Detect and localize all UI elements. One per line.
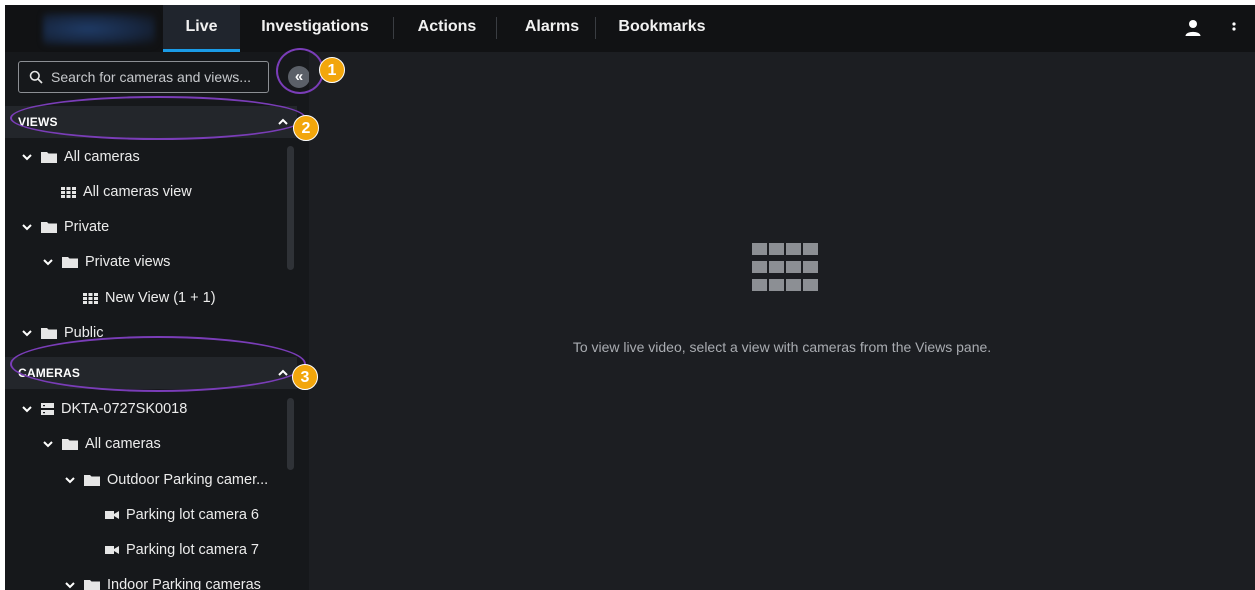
tab-live[interactable]: Live bbox=[163, 5, 240, 52]
folder-icon bbox=[84, 475, 100, 486]
tree-item-server[interactable]: DKTA-0727SK0018 bbox=[21, 397, 187, 421]
folder-icon bbox=[62, 257, 78, 268]
tab-divider bbox=[595, 17, 596, 39]
tab-bookmarks[interactable]: Bookmarks bbox=[612, 5, 712, 52]
tree-item-label: All cameras bbox=[64, 149, 140, 165]
folder-icon bbox=[62, 439, 78, 450]
grid-view-icon bbox=[61, 186, 76, 198]
more-vertical-icon[interactable] bbox=[1224, 18, 1244, 38]
empty-state-message: To view live video, select a view with c… bbox=[572, 339, 992, 355]
view-grid-icon bbox=[752, 243, 818, 291]
tree-item-new-view[interactable]: New View (1 + 1) bbox=[83, 286, 216, 310]
chevron-down-icon[interactable] bbox=[42, 438, 54, 450]
user-icon[interactable] bbox=[1183, 18, 1203, 38]
chevron-up-icon[interactable] bbox=[277, 116, 289, 128]
chevron-down-icon[interactable] bbox=[21, 151, 33, 163]
tab-actions[interactable]: Actions bbox=[409, 5, 485, 52]
brand-logo bbox=[43, 13, 155, 45]
tree-item-all-cameras-view[interactable]: All cameras view bbox=[61, 180, 192, 204]
tree-item-public[interactable]: Public bbox=[21, 321, 104, 345]
folder-icon bbox=[41, 152, 57, 163]
views-header-label: VIEWS bbox=[18, 115, 58, 129]
folder-icon bbox=[84, 580, 100, 590]
server-icon bbox=[41, 403, 54, 415]
tree-item-indoor-parking[interactable]: Indoor Parking cameras bbox=[64, 573, 261, 590]
collapse-pane-button[interactable]: « bbox=[288, 66, 310, 88]
camera-icon bbox=[105, 546, 119, 554]
chevron-down-icon[interactable] bbox=[64, 474, 76, 486]
tree-item-camera-6[interactable]: Parking lot camera 6 bbox=[105, 503, 259, 527]
tree-item-outdoor-parking[interactable]: Outdoor Parking camer... bbox=[64, 468, 268, 492]
tree-item-private[interactable]: Private bbox=[21, 215, 109, 239]
tree-item-label: Indoor Parking cameras bbox=[107, 577, 261, 590]
views-scrollbar[interactable] bbox=[287, 146, 294, 270]
tree-item-label: All cameras view bbox=[83, 184, 192, 200]
tree-item-label: Private views bbox=[85, 254, 171, 270]
tab-investigations[interactable]: Investigations bbox=[254, 5, 376, 52]
tree-item-label: New View (1 + 1) bbox=[105, 290, 216, 306]
tree-item-label: Parking lot camera 7 bbox=[126, 542, 259, 558]
tree-item-label: DKTA-0727SK0018 bbox=[61, 401, 188, 417]
search-box[interactable] bbox=[18, 61, 269, 93]
chevron-down-icon[interactable] bbox=[21, 403, 33, 415]
tree-item-label: All cameras bbox=[85, 436, 161, 452]
sidebar: « VIEWS All cameras All cameras view bbox=[5, 52, 310, 590]
tree-item-all-cameras-group[interactable]: All cameras bbox=[42, 432, 161, 456]
top-navigation: Live Investigations Actions Alarms Bookm… bbox=[5, 5, 1255, 52]
cameras-section-header[interactable]: CAMERAS bbox=[5, 357, 297, 389]
cameras-header-label: CAMERAS bbox=[18, 366, 81, 380]
cameras-scrollbar[interactable] bbox=[287, 398, 294, 470]
tree-item-label: Public bbox=[64, 325, 104, 341]
tree-item-private-views[interactable]: Private views bbox=[42, 250, 170, 274]
folder-icon bbox=[41, 222, 57, 233]
grid-view-icon bbox=[83, 292, 98, 304]
chevron-down-icon[interactable] bbox=[21, 327, 33, 339]
folder-icon bbox=[41, 328, 57, 339]
chevron-down-icon[interactable] bbox=[64, 579, 76, 590]
chevron-up-icon[interactable] bbox=[277, 367, 289, 379]
chevron-down-icon[interactable] bbox=[42, 256, 54, 268]
tree-item-label: Outdoor Parking camer... bbox=[107, 472, 269, 488]
camera-icon bbox=[105, 511, 119, 519]
search-input[interactable] bbox=[51, 69, 261, 85]
tree-item-all-cameras[interactable]: All cameras bbox=[21, 145, 140, 169]
tree-item-camera-7[interactable]: Parking lot camera 7 bbox=[105, 538, 259, 562]
views-section-header[interactable]: VIEWS bbox=[5, 106, 297, 138]
live-view-pane: To view live video, select a view with c… bbox=[309, 52, 1255, 590]
tab-alarms[interactable]: Alarms bbox=[512, 5, 592, 52]
app-window: Live Investigations Actions Alarms Bookm… bbox=[5, 5, 1255, 590]
search-icon bbox=[29, 70, 43, 84]
tree-item-label: Private bbox=[64, 219, 110, 235]
tab-divider bbox=[393, 17, 394, 39]
chevron-down-icon[interactable] bbox=[21, 221, 33, 233]
tab-divider bbox=[496, 17, 497, 39]
tree-item-label: Parking lot camera 6 bbox=[126, 507, 259, 523]
